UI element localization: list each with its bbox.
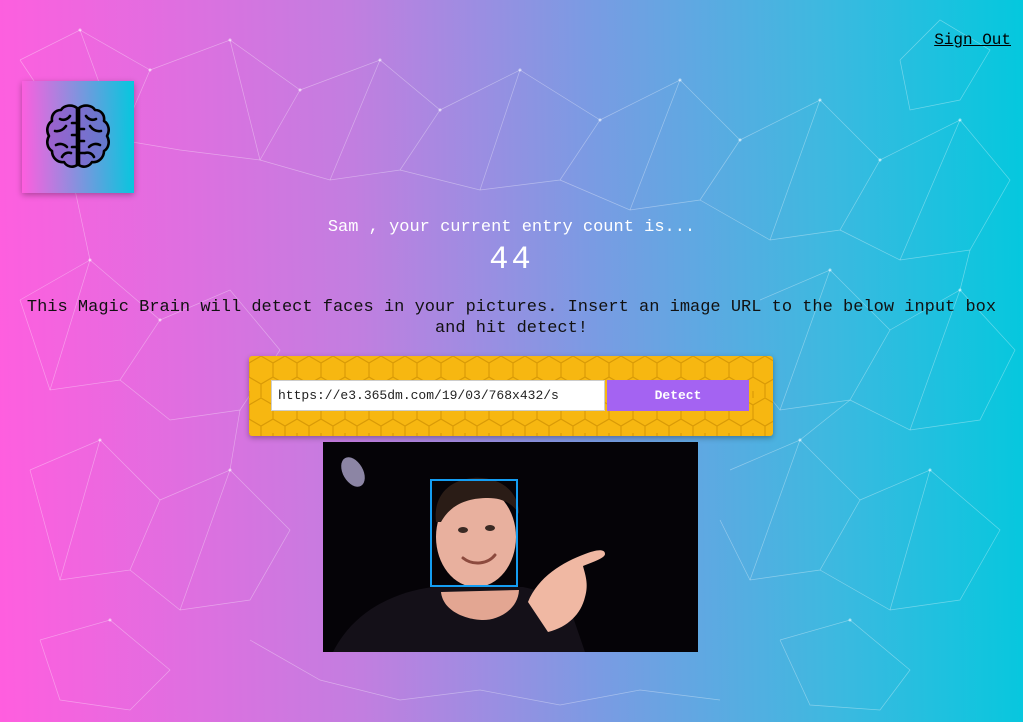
face-bounding-box [430,479,518,587]
image-url-input[interactable] [271,380,605,411]
entry-count-message: Sam , your current entry count is... [327,218,696,237]
entry-count-value: 44 [489,241,534,278]
sign-out-link[interactable]: Sign Out [934,31,1011,49]
image-link-form: Detect [249,356,773,436]
detect-button[interactable]: Detect [607,380,749,411]
page-description: This Magic Brain will detect faces in yo… [26,298,997,338]
face-detection-image [323,442,698,652]
brain-icon [46,104,110,168]
logo [22,81,134,193]
